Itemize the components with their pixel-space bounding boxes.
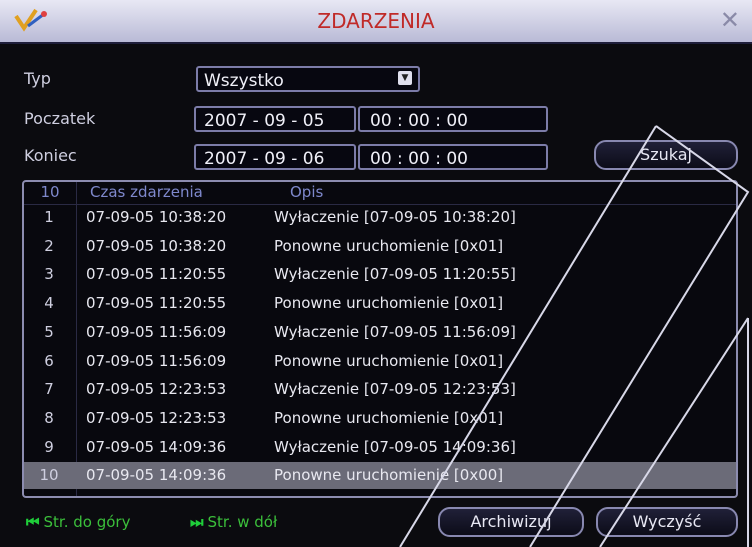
table-row[interactable]: 3 07-09-05 11:20:55 Wyłaczenie [07-09-05 1… (24, 261, 736, 288)
row-description: Ponowne uruchomienie [0x01] (274, 408, 504, 427)
row-number: 2 (44, 236, 54, 255)
row-number: 6 (44, 351, 54, 370)
row-description: Wyłaczenie [07-09-05 14:09:36] (274, 437, 516, 456)
table-row[interactable]: 1 07-09-05 10:38:20 Wyłaczenie [07-09-05 1… (24, 204, 736, 231)
start-label: Poczatek (24, 109, 96, 128)
row-time: 07-09-05 14:09:36 (86, 437, 227, 456)
row-number: 3 (44, 265, 54, 284)
row-number: 5 (44, 322, 54, 341)
table-row[interactable]: 6 07-09-05 11:56:09 Ponowne uruchomienie [… (24, 348, 736, 375)
row-time: 07-09-05 11:56:09 (86, 351, 227, 370)
search-button[interactable]: Szukaj (594, 140, 738, 170)
table-row[interactable]: 4 07-09-05 11:20:55 Ponowne uruchomienie [… (24, 290, 736, 317)
row-number: 10 (39, 466, 59, 485)
page-up-label: Str. do góry (43, 513, 131, 531)
row-description: Wyłaczenie [07-09-05 10:38:20] (274, 208, 516, 226)
page-up-arrow-icon: ⏮ (26, 513, 40, 531)
page-down-button[interactable]: ⏭ Str. w dół (190, 513, 277, 531)
page-down-arrow-icon: ⏭ (190, 513, 204, 531)
time-column-header: Czas zdarzenia (90, 183, 203, 201)
row-description: Ponowne uruchomienie [0x01] (274, 236, 504, 255)
row-number: 9 (44, 437, 54, 456)
row-time: 07-09-05 10:38:20 (86, 208, 227, 226)
typ-label: Typ (24, 69, 51, 88)
page-up-button[interactable]: ⏮ Str. do góry (26, 513, 130, 531)
row-number: 1 (44, 208, 54, 226)
table-row[interactable]: 5 07-09-05 11:56:09 Wyłaczenie [07-09-05 1… (24, 319, 736, 346)
end-time-field[interactable]: 00 : 00 : 00 (358, 144, 548, 170)
row-time: 07-09-05 14:09:36 (86, 466, 227, 485)
end-date-field[interactable]: 2007 - 09 - 06 (194, 144, 356, 170)
close-icon[interactable]: ✕ (720, 6, 740, 34)
clear-button[interactable]: Wyczyść (596, 507, 738, 537)
row-description: Wyłaczenie [07-09-05 11:56:09] (274, 322, 516, 341)
event-type-select[interactable]: Wszystko ▼ (196, 66, 420, 92)
row-time: 07-09-05 11:20:55 (86, 265, 227, 284)
table-row[interactable]: 2 07-09-05 10:38:20 Ponowne uruchomienie [… (24, 233, 736, 260)
row-description: Ponowne uruchomienie [0x00] (274, 466, 504, 485)
row-time: 07-09-05 11:20:55 (86, 294, 227, 313)
count-header: 10 (40, 183, 60, 201)
desc-column-header: Opis (290, 183, 324, 201)
event-table[interactable]: 10 Czas zdarzenia Opis 1 07-09-05 10:38:2… (22, 180, 738, 498)
table-row[interactable]: 10 07-09-05 14:09:36 Ponowne uruchomienie … (24, 462, 736, 490)
row-description: Ponowne uruchomienie [0x01] (274, 294, 504, 313)
table-row[interactable]: 8 07-09-05 12:23:53 Ponowne uruchomienie [… (24, 405, 736, 432)
row-number: 8 (44, 408, 54, 427)
chevron-down-icon[interactable]: ▼ (398, 71, 412, 85)
row-time: 07-09-05 12:23:53 (86, 408, 227, 427)
row-time: 07-09-05 12:23:53 (86, 380, 227, 399)
table-header: 10 Czas zdarzenia Opis (24, 182, 736, 205)
title-bar: ZDARZENIA ✕ (0, 0, 752, 44)
end-label: Koniec (24, 146, 77, 165)
row-number: 4 (44, 294, 54, 313)
row-description: Wyłaczenie [07-09-05 11:20:55] (274, 265, 516, 284)
window-title: ZDARZENIA (317, 9, 435, 33)
archive-button[interactable]: Archiwizuj (438, 507, 584, 537)
row-time: 07-09-05 11:56:09 (86, 322, 227, 341)
start-date-field[interactable]: 2007 - 09 - 05 (194, 106, 356, 132)
row-description: Wyłaczenie [07-09-05 12:23:53] (274, 380, 516, 399)
table-row[interactable]: 7 07-09-05 12:23:53 Wyłaczenie [07-09-05 1… (24, 376, 736, 403)
event-type-value: Wszystko (204, 71, 284, 91)
page-down-label: Str. w dół (207, 513, 278, 531)
row-number: 7 (44, 380, 54, 399)
row-time: 07-09-05 10:38:20 (86, 236, 227, 255)
start-time-field[interactable]: 00 : 00 : 00 (358, 106, 548, 132)
row-description: Ponowne uruchomienie [0x01] (274, 351, 504, 370)
table-row[interactable]: 9 07-09-05 14:09:36 Wyłaczenie [07-09-05 1… (24, 434, 736, 461)
